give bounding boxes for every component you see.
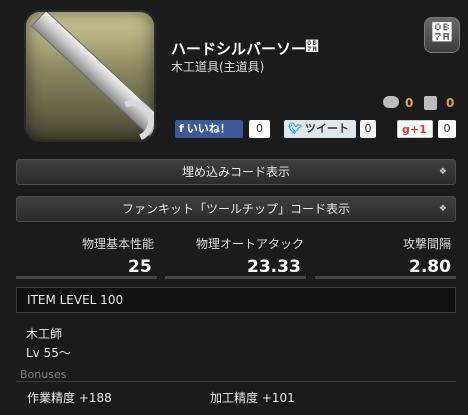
stat-divider: [315, 276, 456, 279]
facebook-like-label: いいね！: [186, 122, 231, 135]
required-job: 木工師: [26, 327, 63, 341]
twitter-tweet-button[interactable]: 🐦︎ ツイート: [284, 120, 356, 138]
fankit-code-toggle[interactable]: ファンキット「ツールチップ」コード表示 ❖: [16, 196, 456, 222]
stat-label-auto-attack: 物理オートアタック: [196, 237, 305, 251]
embed-code-label: 埋め込みコード表示: [181, 165, 290, 179]
expand-icon: ❖: [438, 204, 447, 214]
twitter-tweet-count: 0: [360, 120, 376, 138]
bonus-item: 作業精度 +188: [27, 391, 112, 405]
required-level: Lv 55〜: [26, 346, 71, 360]
stat-label-physical-damage: 物理基本性能: [82, 237, 155, 251]
pin-icon[interactable]: [424, 96, 437, 110]
googleplus-count: 0: [438, 120, 456, 138]
facebook-like-count: 0: [249, 120, 270, 138]
twitter-tweet-label: ツイート: [304, 122, 349, 135]
bonuses-divider: [16, 381, 456, 382]
twitter-icon: 🐦︎: [288, 122, 302, 135]
lodestone-logo-icon[interactable]: ୺: [424, 17, 460, 53]
fankit-code-label: ファンキット「ツールチップ」コード表示: [121, 202, 350, 216]
item-icon: [26, 12, 154, 140]
facebook-like-button[interactable]: f いいね！: [175, 120, 243, 138]
stat-label-delay: 攻撃間隔: [403, 237, 452, 251]
comment-icon[interactable]: [383, 96, 399, 108]
item-title-mark-icon: ୺: [305, 39, 319, 55]
expand-icon: ❖: [438, 167, 447, 177]
bonuses-heading: Bonuses: [20, 368, 67, 381]
stat-value-physical-damage: 25: [128, 257, 152, 277]
stat-divider: [165, 276, 306, 279]
stat-divider: [16, 276, 157, 279]
item-name: ハードシルバーソー: [171, 40, 307, 58]
googleplus-icon: g: [402, 123, 410, 136]
item-level: ITEM LEVEL 100: [27, 293, 124, 307]
facebook-icon: f: [179, 122, 184, 135]
item-category: 木工道具(主道具): [171, 60, 265, 74]
pin-count: 0: [446, 96, 455, 110]
googleplus-label: +1: [409, 123, 427, 136]
googleplus-button[interactable]: g+1: [397, 120, 433, 138]
stat-value-auto-attack: 23.33: [247, 257, 301, 277]
embed-code-toggle[interactable]: 埋め込みコード表示 ❖: [16, 159, 456, 185]
bonus-item: 加工精度 +101: [210, 391, 295, 405]
comment-count: 0: [405, 96, 414, 110]
stat-value-delay: 2.80: [409, 257, 451, 277]
